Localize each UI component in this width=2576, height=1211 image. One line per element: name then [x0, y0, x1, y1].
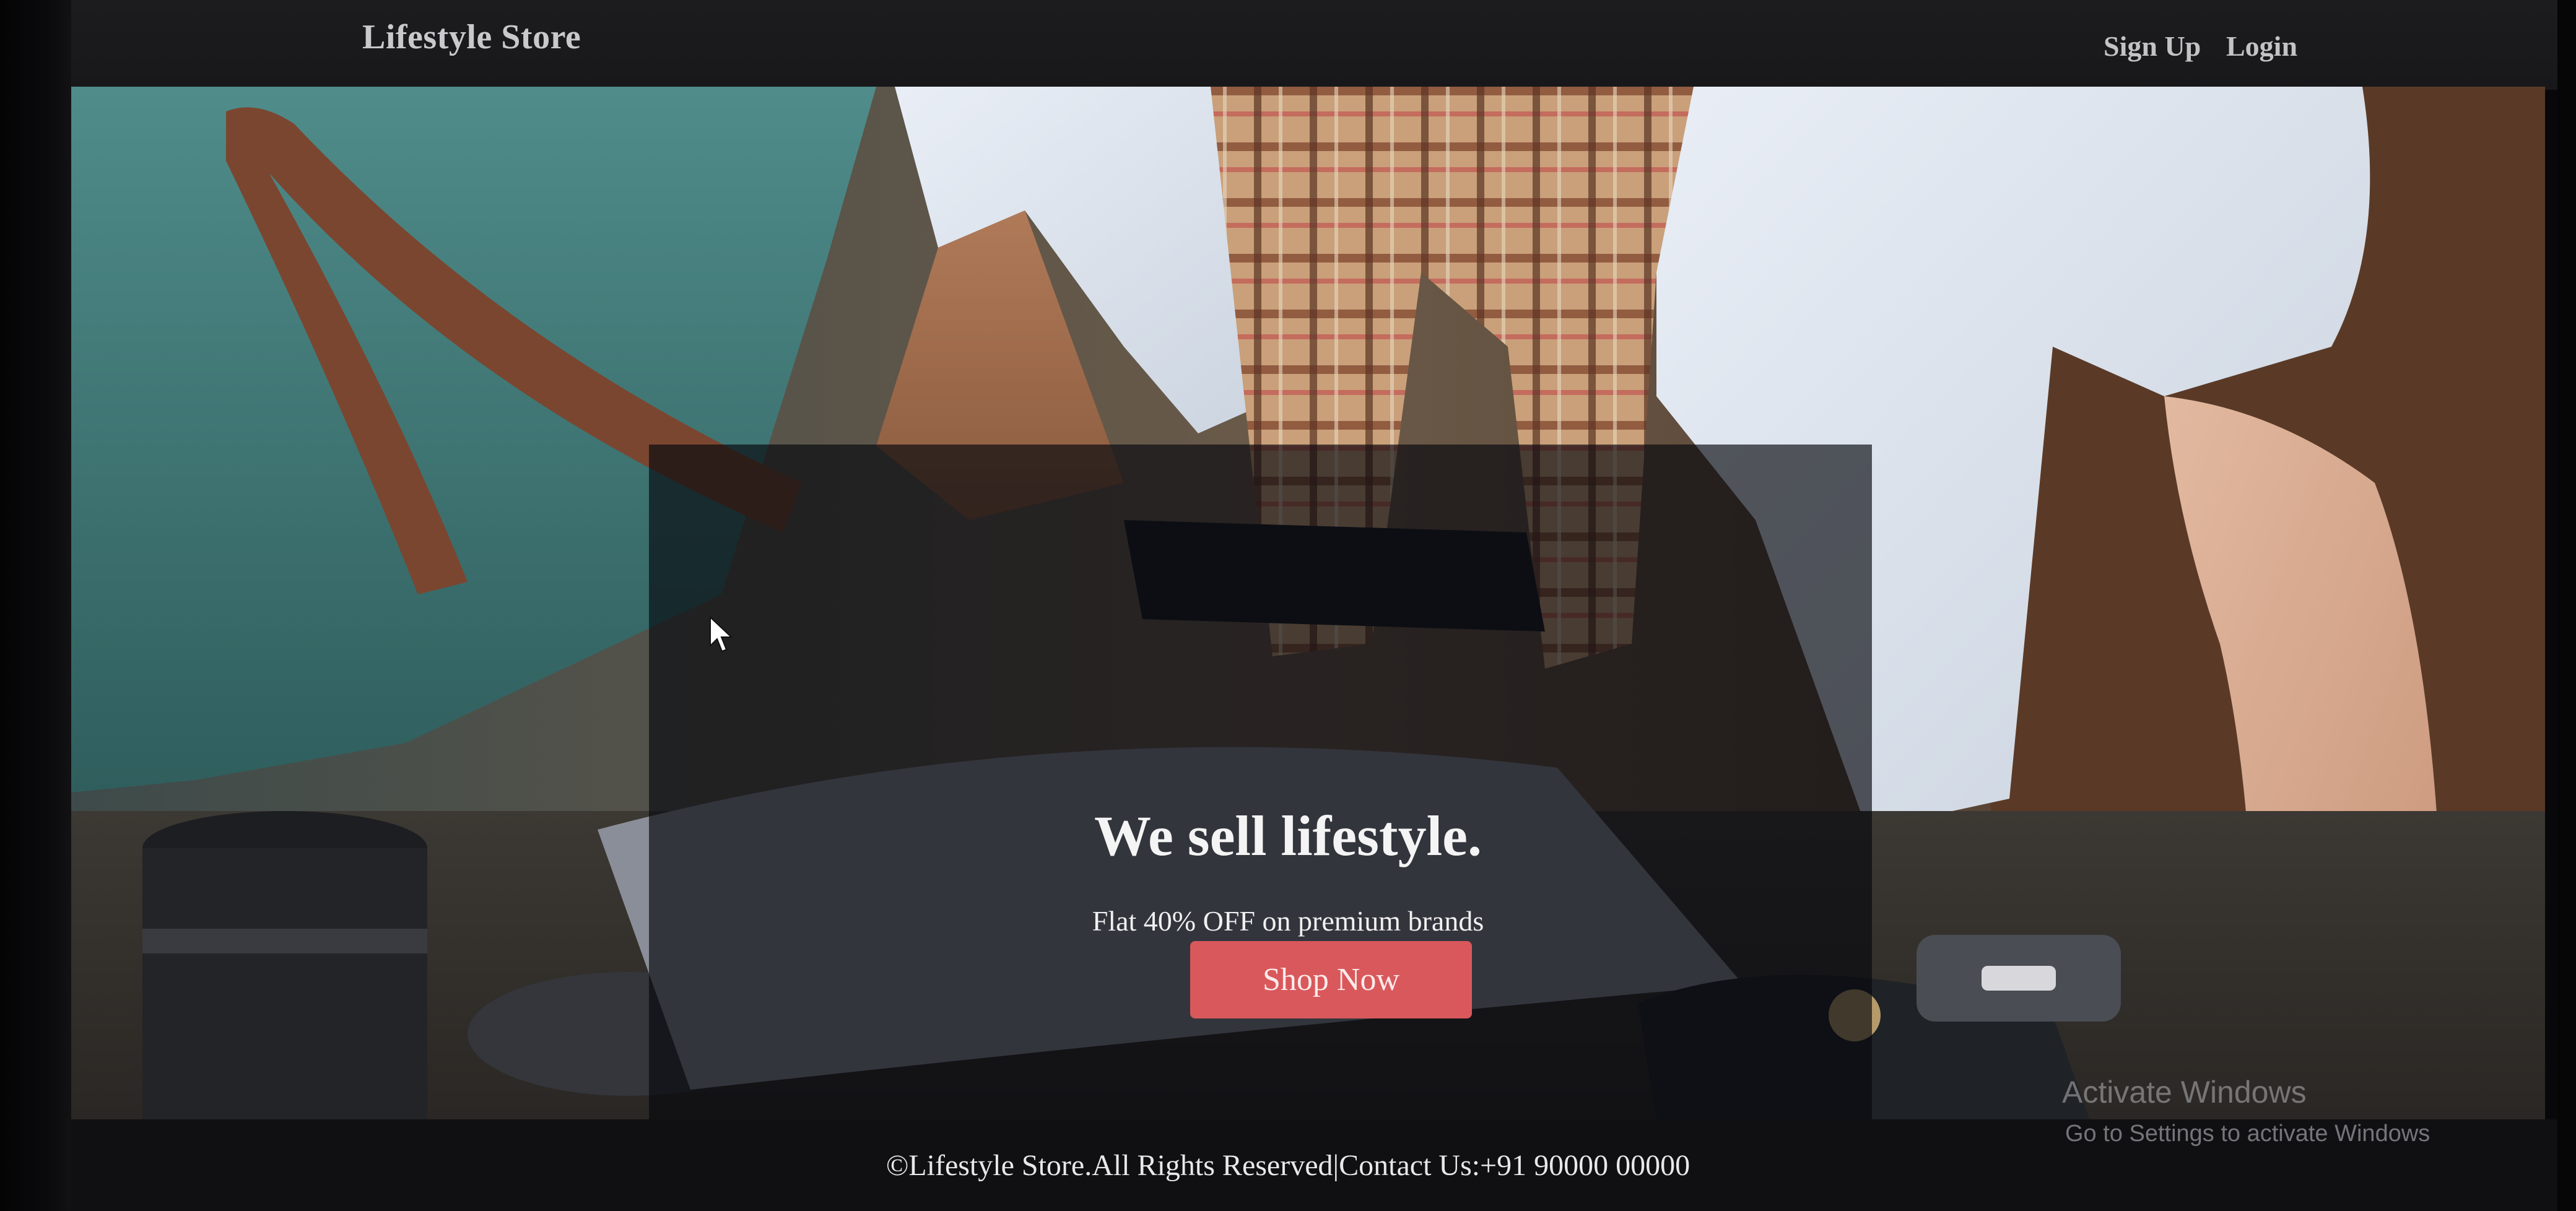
- browser-viewport: Lifestyle Store Sign Up Login We sell li…: [0, 0, 2576, 1211]
- hero-caption-overlay: [649, 445, 1872, 1122]
- navbar: Lifestyle Store Sign Up Login: [71, 0, 2557, 90]
- mouse-cursor-icon: [710, 616, 733, 653]
- nav-link-login[interactable]: Login: [2226, 30, 2297, 63]
- activate-windows-watermark: Activate Windows: [2062, 1075, 2307, 1109]
- monitor-bezel: [0, 0, 71, 1211]
- hero-title: We sell lifestyle.: [1094, 804, 1482, 867]
- monitor-bezel-right: [2557, 0, 2576, 1211]
- brand-logo[interactable]: Lifestyle Store: [362, 17, 581, 57]
- footer-copyright: ©Lifestyle Store.All Rights Reserved|Con…: [886, 1149, 1690, 1182]
- activate-windows-hint: Go to Settings to activate Windows: [2065, 1121, 2430, 1147]
- shop-now-button[interactable]: Shop Now: [1190, 941, 1472, 1018]
- nav-link-sign-up[interactable]: Sign Up: [2104, 30, 2201, 63]
- hero-subtitle: Flat 40% OFF on premium brands: [1092, 905, 1484, 937]
